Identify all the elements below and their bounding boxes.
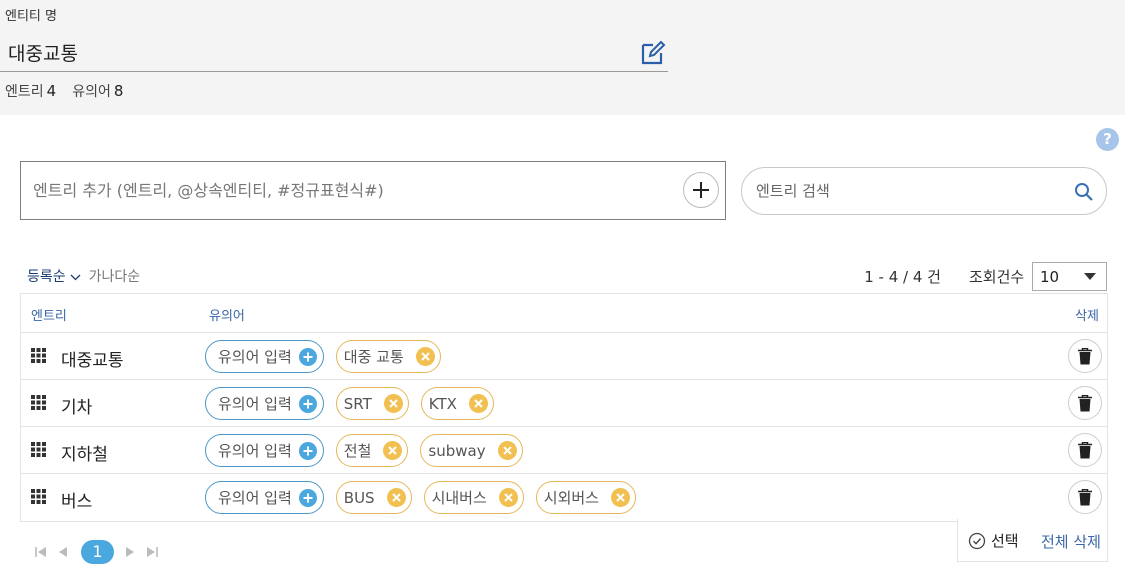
- column-synonym: 유의어: [209, 309, 245, 324]
- select-label: 선택: [991, 532, 1019, 550]
- drag-handle-icon[interactable]: [31, 442, 46, 457]
- page-size-select[interactable]: 10: [1032, 262, 1107, 291]
- synonym-chip: KTX: [420, 387, 494, 420]
- synonym-text: SRT: [343, 394, 372, 413]
- synonyms-count-label: 유의어: [72, 84, 111, 100]
- entries-count: 4: [46, 82, 57, 100]
- plus-circle-icon: [298, 441, 317, 460]
- entry-search-box: [741, 167, 1107, 215]
- delete-entry-button[interactable]: [1068, 339, 1102, 373]
- column-entry: 엔트리: [31, 309, 67, 324]
- add-synonym-label: 유의어 입력: [218, 442, 292, 460]
- table-header: 엔트리 유의어 삭제: [21, 294, 1107, 333]
- remove-synonym-icon[interactable]: [383, 394, 403, 413]
- synonym-list: 유의어 입력 전철 subway: [205, 434, 523, 467]
- drag-handle-icon[interactable]: [31, 489, 46, 504]
- entry-table: 엔트리 유의어 삭제 대중교통 유의어 입력 대중 교통 기차 유의어 입력 SRT KTX…: [20, 293, 1108, 522]
- chevron-down-icon[interactable]: [70, 274, 81, 281]
- add-synonym-label: 유의어 입력: [218, 395, 292, 413]
- select-button[interactable]: 선택: [968, 530, 1019, 551]
- remove-synonym-icon[interactable]: [498, 488, 518, 507]
- check-circle-icon: [968, 532, 986, 549]
- entity-counts: 엔트리 4 유의어 8: [5, 81, 123, 101]
- page-size-label: 조회건수: [969, 268, 1025, 286]
- synonym-text: 시외버스: [543, 489, 599, 507]
- entity-name: 대중교통: [8, 43, 78, 65]
- add-synonym-button[interactable]: 유의어 입력: [205, 340, 324, 373]
- entries-count-label: 엔트리: [5, 84, 44, 100]
- add-entry-box: [20, 161, 726, 220]
- synonym-text: 시내버스: [431, 489, 487, 507]
- edit-icon[interactable]: [640, 40, 666, 66]
- sort-options: 등록순 가나다순: [27, 266, 140, 286]
- synonym-chip: 전철: [335, 434, 409, 467]
- entity-name-label: 엔티티 명: [5, 9, 57, 24]
- delete-entry-button[interactable]: [1068, 480, 1102, 514]
- add-entry-button[interactable]: [683, 172, 719, 208]
- entity-name-row: 대중교통: [0, 32, 668, 72]
- delete-entry-button[interactable]: [1068, 386, 1102, 420]
- page-size-value: 10: [1040, 268, 1060, 286]
- result-range: 1 - 4 / 4 건: [864, 268, 941, 286]
- add-synonym-button[interactable]: 유의어 입력: [205, 387, 324, 420]
- remove-synonym-icon[interactable]: [610, 488, 630, 507]
- synonym-text: subway: [428, 441, 486, 460]
- first-page-icon[interactable]: [35, 546, 47, 558]
- entry-search-input[interactable]: [756, 179, 1066, 203]
- synonym-list: 유의어 입력 BUS 시내버스 시외버스: [205, 481, 636, 514]
- drag-handle-icon[interactable]: [31, 395, 46, 410]
- plus-circle-icon: [298, 394, 317, 413]
- entry-name[interactable]: 버스: [61, 487, 92, 512]
- remove-synonym-icon[interactable]: [468, 394, 488, 413]
- page-number[interactable]: 1: [81, 540, 114, 564]
- help-icon[interactable]: ?: [1096, 128, 1119, 151]
- column-delete: 삭제: [1075, 309, 1099, 324]
- entry-name[interactable]: 지하철: [61, 440, 108, 465]
- synonym-text: BUS: [343, 488, 375, 507]
- add-synonym-button[interactable]: 유의어 입력: [205, 434, 324, 467]
- synonym-chip: BUS: [335, 481, 412, 514]
- drag-handle-icon[interactable]: [31, 348, 46, 363]
- prev-page-icon[interactable]: [57, 546, 69, 558]
- synonym-list: 유의어 입력 SRT KTX: [205, 387, 494, 420]
- entry-panel: ? 등록순 가나다순 1 - 4 / 4 건 조회건수 10 엔트리 유의어 삭제…: [0, 115, 1125, 570]
- add-synonym-button[interactable]: 유의어 입력: [205, 481, 324, 514]
- remove-synonym-icon[interactable]: [497, 441, 517, 460]
- synonym-chip: subway: [420, 434, 523, 467]
- entry-name[interactable]: 기차: [61, 393, 92, 418]
- synonym-chip: 시내버스: [423, 481, 524, 514]
- last-page-icon[interactable]: [146, 546, 158, 558]
- synonym-chip: SRT: [335, 387, 409, 420]
- table-actions: 선택 전체 삭제: [957, 519, 1108, 562]
- entry-name[interactable]: 대중교통: [61, 346, 124, 371]
- sort-registered[interactable]: 등록순: [27, 269, 66, 285]
- synonym-chip: 대중 교통: [335, 340, 441, 373]
- table-row: 기차 유의어 입력 SRT KTX: [21, 380, 1107, 427]
- table-row: 지하철 유의어 입력 전철 subway: [21, 427, 1107, 474]
- synonym-list: 유의어 입력 대중 교통: [205, 340, 441, 373]
- sort-alphabetical[interactable]: 가나다순: [89, 269, 141, 285]
- delete-entry-button[interactable]: [1068, 433, 1102, 467]
- table-row: 버스 유의어 입력 BUS 시내버스 시외버스: [21, 474, 1107, 521]
- remove-synonym-icon[interactable]: [415, 347, 435, 366]
- caret-down-icon: [1084, 273, 1096, 280]
- plus-circle-icon: [298, 347, 317, 366]
- synonym-text: 전철: [343, 442, 372, 460]
- next-page-icon[interactable]: [124, 546, 136, 558]
- add-synonym-label: 유의어 입력: [218, 489, 292, 507]
- synonym-text: 대중 교통: [343, 348, 404, 366]
- synonyms-count: 8: [113, 82, 124, 100]
- pagination: 1: [35, 540, 168, 564]
- table-row: 대중교통 유의어 입력 대중 교통: [21, 333, 1107, 380]
- synonym-text: KTX: [428, 394, 457, 413]
- delete-all-button[interactable]: 전체 삭제: [1041, 531, 1101, 552]
- add-synonym-label: 유의어 입력: [218, 348, 292, 366]
- plus-circle-icon: [298, 488, 317, 507]
- search-icon[interactable]: [1074, 182, 1094, 202]
- plus-icon: [693, 182, 709, 198]
- synonym-chip: 시외버스: [535, 481, 636, 514]
- remove-synonym-icon[interactable]: [386, 488, 406, 507]
- add-entry-input[interactable]: [33, 177, 673, 203]
- remove-synonym-icon[interactable]: [383, 441, 403, 460]
